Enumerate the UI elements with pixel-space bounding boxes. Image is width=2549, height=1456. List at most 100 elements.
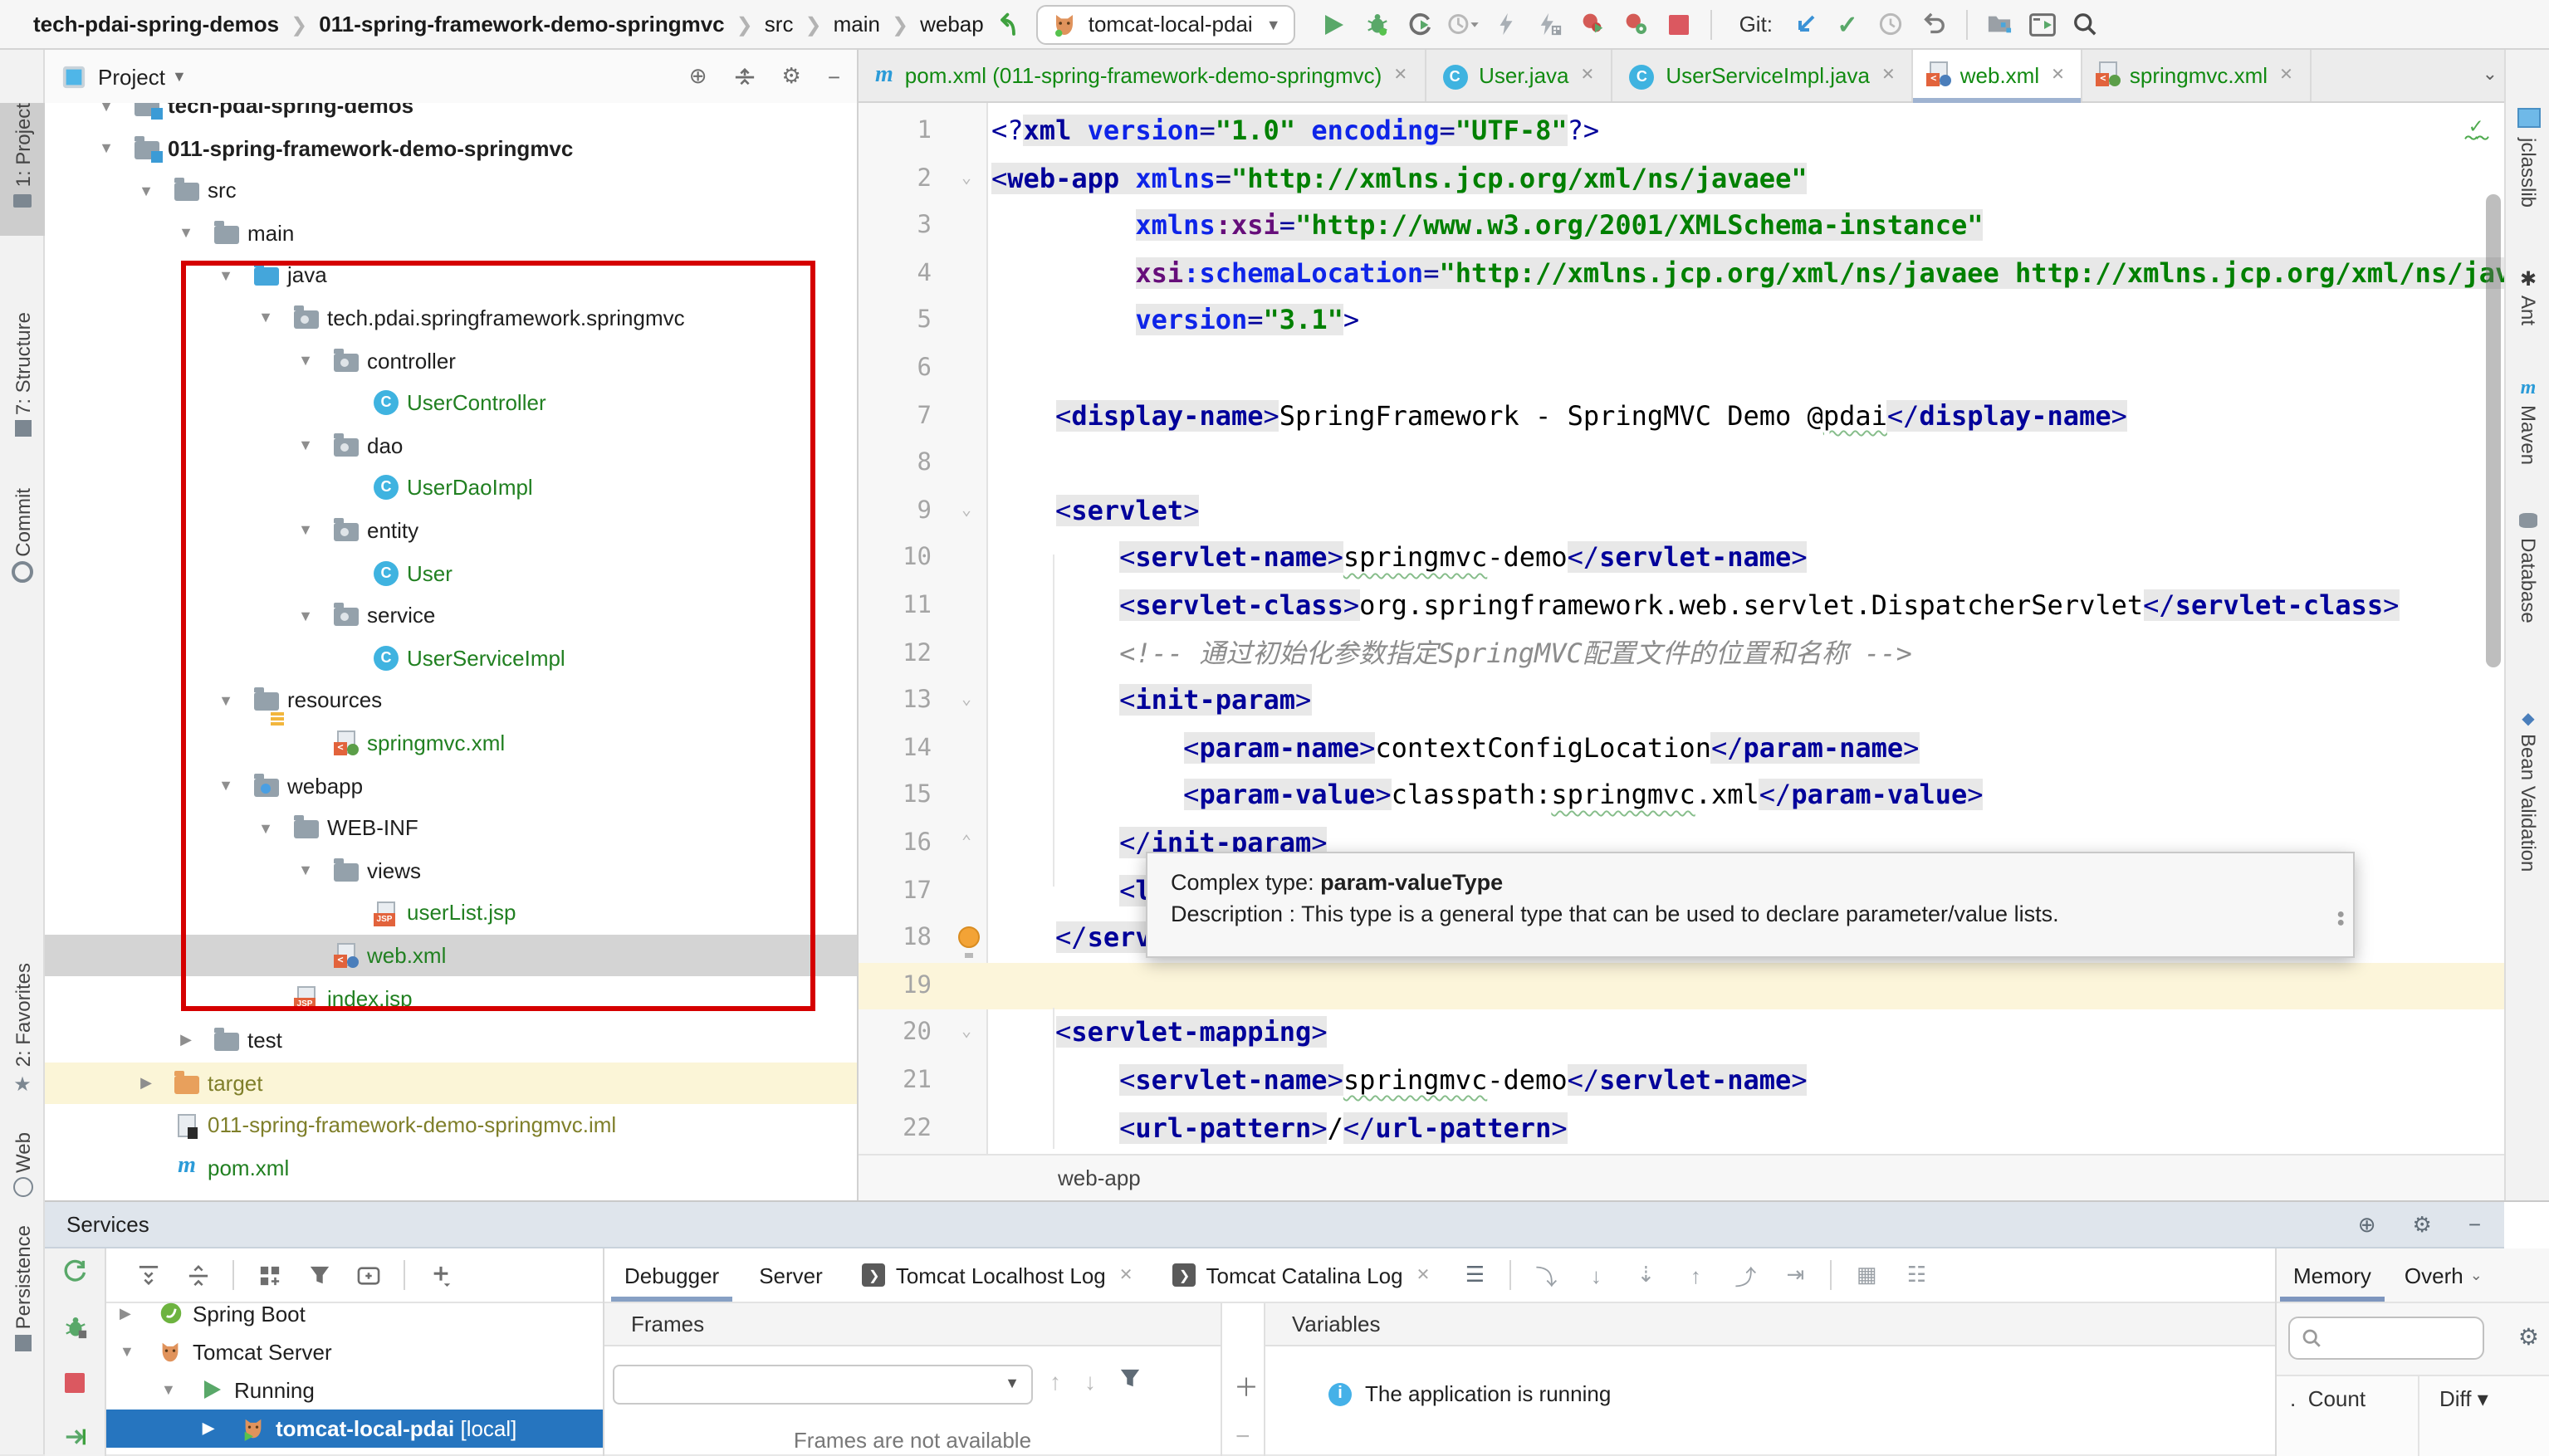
coverage-record-button[interactable]: [1572, 4, 1615, 44]
collapse-arrow-icon[interactable]: ▼: [294, 437, 317, 454]
collapse-arrow-icon[interactable]: ▼: [294, 522, 317, 539]
filter-icon[interactable]: [294, 1255, 344, 1295]
tree-item-views[interactable]: ▼views: [45, 849, 857, 892]
run-configuration-select[interactable]: tomcat-local-pdai ▼: [1037, 4, 1296, 44]
close-icon[interactable]: ✕: [1581, 66, 1595, 85]
editor-tab-pom-xml-011-spring-framework-demo-springmvc-[interactable]: mpom.xml (011-spring-framework-demo-spri…: [859, 50, 1426, 101]
history-button[interactable]: [1869, 4, 1912, 44]
tree-item-userlist-jsp[interactable]: JSPuserList.jsp: [45, 892, 857, 934]
diff-column-header[interactable]: Diff ▾: [2419, 1376, 2488, 1456]
editor-line[interactable]: 8: [859, 440, 2504, 487]
collapse-arrow-icon[interactable]: ▼: [254, 310, 277, 326]
editor-tab-user-java[interactable]: CUser.java✕: [1426, 50, 1612, 101]
tab-memory[interactable]: Memory: [2277, 1248, 2388, 1302]
editor-line[interactable]: 4xsi:schemaLocation="http://xmlns.jcp.or…: [859, 251, 2504, 298]
run-with-coverage-button[interactable]: [1399, 4, 1442, 44]
editor-body[interactable]: 1<?xml version="1.0" encoding="UTF-8"?>2…: [859, 103, 2504, 1154]
collapse-arrow-icon[interactable]: ▼: [214, 267, 237, 284]
chevron-down-icon[interactable]: ▼: [172, 68, 187, 85]
group-by-icon[interactable]: [244, 1255, 294, 1295]
editor-line[interactable]: 3xmlns:xsi="http://www.w3.org/2001/XMLSc…: [859, 203, 2504, 250]
project-structure-button[interactable]: [1977, 4, 2020, 44]
tree-item-index-jsp[interactable]: JSPindex.jsp: [45, 977, 857, 1019]
tool-window-button-commit[interactable]: Commit: [0, 488, 45, 604]
editor-line[interactable]: 9⌄<servlet>: [859, 488, 2504, 535]
expand-arrow-icon[interactable]: ▶: [203, 1419, 214, 1437]
editor-tab-web-xml[interactable]: <web.xml✕: [1914, 50, 2083, 101]
close-icon[interactable]: ✕: [2279, 66, 2293, 85]
editor-scrollbar[interactable]: [2486, 194, 2501, 667]
profiler-button[interactable]: [1442, 4, 1485, 44]
tree-item-user[interactable]: CUser: [45, 552, 857, 594]
tree-item-test[interactable]: ▶test: [45, 1019, 857, 1062]
add-service-icon[interactable]: [415, 1255, 465, 1295]
editor-line[interactable]: 2⌄<web-app xmlns="http://xmlns.jcp.org/x…: [859, 155, 2504, 203]
tree-item-011-spring-framework-demo-springmvc-iml[interactable]: 011-spring-framework-demo-springmvc.iml: [45, 1104, 857, 1146]
remove-watch-icon[interactable]: −: [1235, 1423, 1250, 1451]
git-update-button[interactable]: [1783, 4, 1826, 44]
editor-line[interactable]: 6: [859, 345, 2504, 393]
hide-panel-button[interactable]: −: [2468, 1211, 2481, 1238]
breadcrumb[interactable]: tech-pdai-spring-demos❯011-spring-framew…: [33, 12, 984, 37]
breadcrumb-item[interactable]: src: [765, 12, 794, 37]
frame-up-icon[interactable]: ↑: [1049, 1368, 1061, 1395]
tree-item-tech-pdai-spring-demos[interactable]: ▼tech-pdai-spring-demos: [45, 103, 857, 127]
search-everywhere-icon[interactable]: [2063, 4, 2106, 44]
attach-profiler-settings-icon[interactable]: [1529, 4, 1572, 44]
editor-line[interactable]: 11<servlet-class>org.springframework.web…: [859, 583, 2504, 630]
attach-profiler-icon[interactable]: [1485, 4, 1529, 44]
editor-tab-userserviceimpl-java[interactable]: CUserServiceImpl.java✕: [1612, 50, 1913, 101]
tree-item-entity[interactable]: ▼entity: [45, 509, 857, 551]
locate-file-button[interactable]: ⊕: [689, 63, 707, 90]
close-icon[interactable]: ✕: [2051, 66, 2065, 85]
tree-item-userdaoimpl[interactable]: CUserDaoImpl: [45, 467, 857, 509]
tree-item-src[interactable]: ▼src: [45, 169, 857, 212]
editor-line[interactable]: 22<url-pattern>/</url-pattern>: [859, 1105, 2504, 1152]
tree-item-service[interactable]: ▼service: [45, 594, 857, 637]
editor-line[interactable]: 20⌄<servlet-mapping>: [859, 1010, 2504, 1058]
xml-breadcrumb-item[interactable]: web-app: [1058, 1165, 1141, 1190]
tree-item-011-spring-framework-demo-springmvc[interactable]: ▼011-spring-framework-demo-springmvc: [45, 127, 857, 169]
editor-line[interactable]: 1<?xml version="1.0" encoding="UTF-8"?>: [859, 108, 2504, 155]
tree-item-main[interactable]: ▼main: [45, 212, 857, 254]
editor-line[interactable]: 5version="3.1">: [859, 298, 2504, 345]
breadcrumb-item[interactable]: main: [834, 12, 880, 37]
editor-tab-springmvc-xml[interactable]: <springmvc.xml✕: [2083, 50, 2312, 101]
count-column-header[interactable]: . Count: [2277, 1376, 2419, 1456]
collapse-all-icon[interactable]: [173, 1255, 223, 1295]
tree-item-java[interactable]: ▼java: [45, 254, 857, 296]
collapse-arrow-icon[interactable]: ▼: [174, 225, 198, 242]
rerun-button[interactable]: [58, 1253, 91, 1287]
editor-line[interactable]: 15<param-value>classpath:springmvc.xml</…: [859, 773, 2504, 820]
breadcrumb-item[interactable]: 011-spring-framework-demo-springmvc: [319, 12, 724, 37]
expand-arrow-icon[interactable]: ▶: [135, 1074, 158, 1092]
run-anything-console-icon[interactable]: [2020, 4, 2063, 44]
collapse-arrow-icon[interactable]: ▼: [95, 139, 118, 156]
tool-window-button-2-favorites[interactable]: 2: Favorites★: [0, 963, 45, 1109]
tree-item-pom-xml[interactable]: mpom.xml: [45, 1146, 857, 1189]
collapse-arrow-icon[interactable]: ▼: [214, 777, 237, 794]
tool-window-button-maven[interactable]: mMaven: [2506, 369, 2549, 491]
tree-item-springmvc-xml[interactable]: <springmvc.xml: [45, 721, 857, 764]
git-commit-button[interactable]: ✓: [1826, 4, 1869, 44]
hide-frames-filter-icon[interactable]: [1119, 1368, 1141, 1395]
profiler-record-button[interactable]: [1615, 4, 1658, 44]
tool-window-button-database[interactable]: Database: [2506, 508, 2549, 667]
service-item-running[interactable]: ▼Running: [106, 1370, 603, 1409]
collapse-arrow-icon[interactable]: ▼: [294, 352, 317, 369]
fold-marker-icon[interactable]: ⌄: [955, 677, 978, 725]
run-button[interactable]: [1313, 4, 1356, 44]
collapse-arrow-icon[interactable]: ▼: [135, 182, 158, 198]
collapse-arrow-icon[interactable]: ▼: [214, 692, 237, 709]
memory-settings-gear-icon[interactable]: ⚙: [2518, 1323, 2539, 1351]
fold-marker-icon[interactable]: ⌄: [955, 488, 978, 535]
settings-gear-icon[interactable]: ⚙: [2413, 1211, 2432, 1238]
tool-window-button-ant[interactable]: ✱Ant: [2506, 262, 2549, 352]
inspections-ok-icon[interactable]: ✓〜〜: [2464, 116, 2488, 146]
debug-rerun-button[interactable]: [58, 1310, 91, 1343]
tool-window-button-bean-validation[interactable]: ◆Bean Validation: [2506, 704, 2549, 936]
tree-item-target[interactable]: ▶target: [45, 1062, 857, 1104]
recent-locations-arrow-icon[interactable]: [994, 11, 1020, 37]
tabs-overflow-chevron-icon[interactable]: ⌄: [2483, 63, 2498, 85]
expand-arrow-icon[interactable]: ▶: [174, 1031, 198, 1049]
